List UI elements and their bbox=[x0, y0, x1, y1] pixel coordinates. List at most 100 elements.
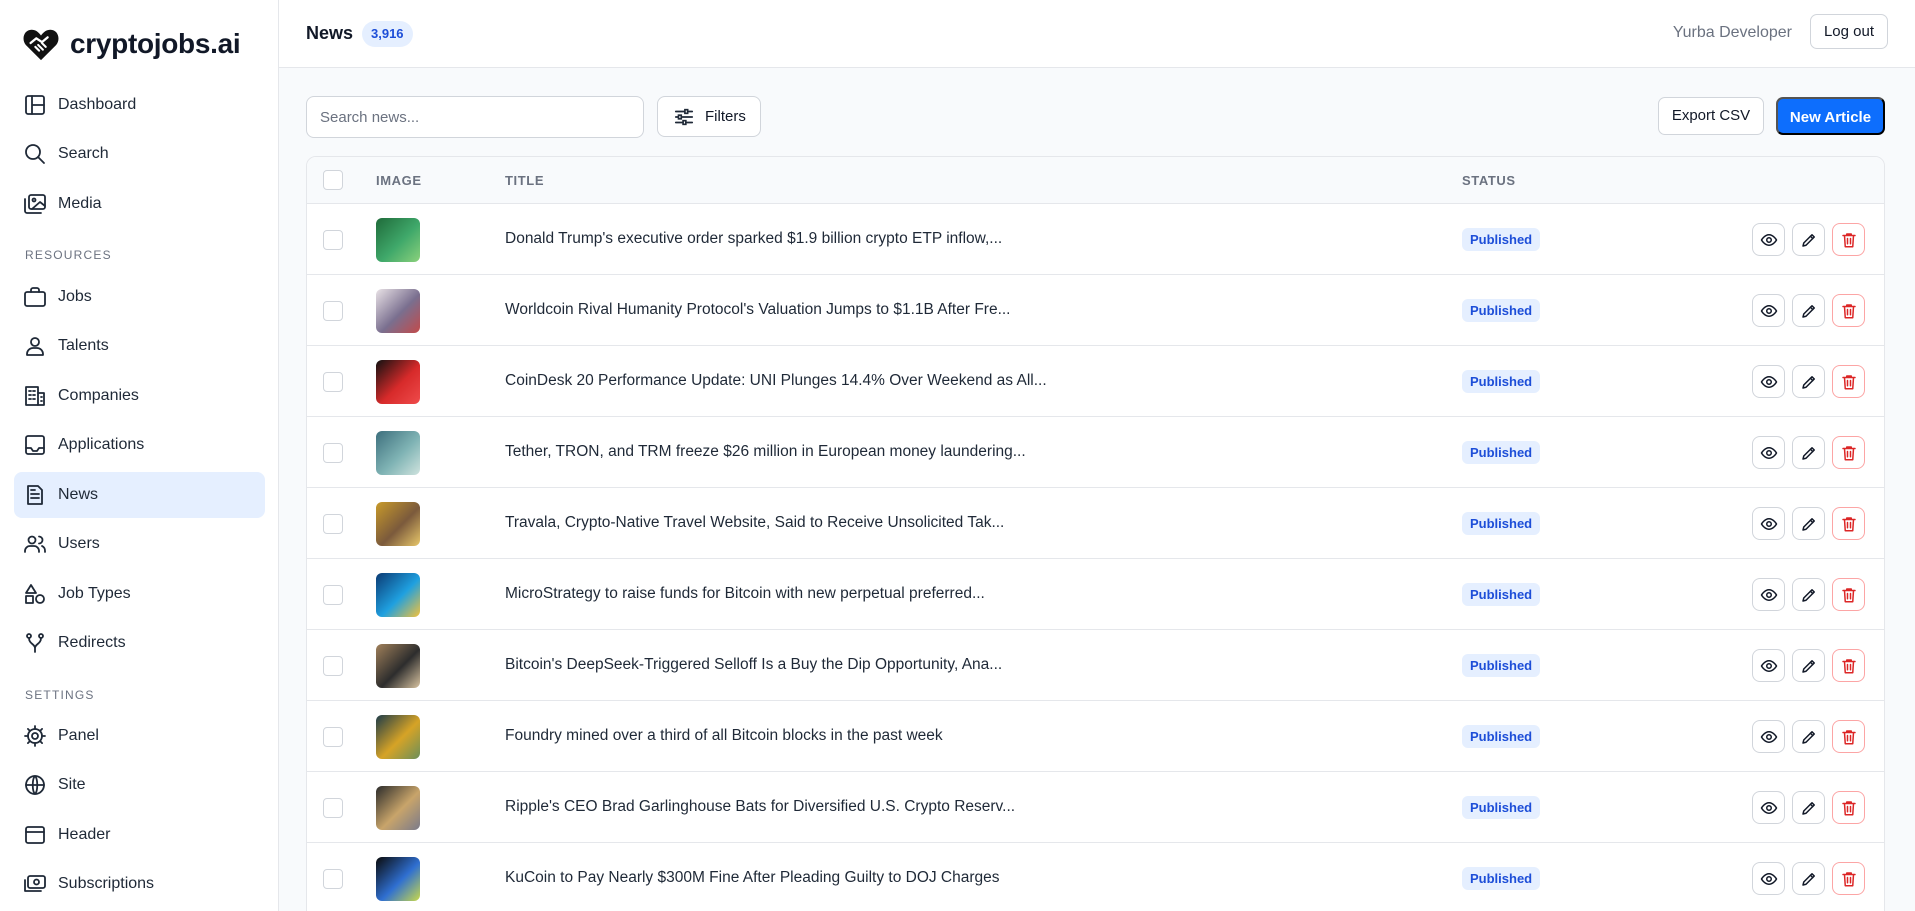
edit-button[interactable] bbox=[1792, 720, 1825, 753]
table-row[interactable]: Ripple's CEO Brad Garlinghouse Bats for … bbox=[307, 772, 1884, 843]
filters-button[interactable]: Filters bbox=[657, 96, 761, 137]
row-checkbox[interactable] bbox=[323, 514, 343, 534]
sidebar-item-search[interactable]: Search bbox=[14, 131, 265, 177]
view-button[interactable] bbox=[1752, 578, 1785, 611]
export-csv-button[interactable]: Export CSV bbox=[1658, 97, 1764, 135]
count-badge: 3,916 bbox=[362, 21, 413, 47]
sidebar-item-job-types[interactable]: Job Types bbox=[14, 571, 265, 617]
sidebar-item-talents[interactable]: Talents bbox=[14, 323, 265, 369]
edit-button[interactable] bbox=[1792, 365, 1825, 398]
row-checkbox[interactable] bbox=[323, 798, 343, 818]
article-title[interactable]: Worldcoin Rival Humanity Protocol's Valu… bbox=[505, 301, 1011, 319]
logout-button[interactable]: Log out bbox=[1809, 14, 1888, 49]
view-button[interactable] bbox=[1752, 365, 1785, 398]
sidebar-item-media[interactable]: Media bbox=[14, 181, 265, 227]
sidebar-item-jobs[interactable]: Jobs bbox=[14, 274, 265, 320]
row-checkbox[interactable] bbox=[323, 230, 343, 250]
sidebar-item-companies[interactable]: Companies bbox=[14, 373, 265, 419]
view-button[interactable] bbox=[1752, 720, 1785, 753]
table-row[interactable]: Tether, TRON, and TRM freeze $26 million… bbox=[307, 417, 1884, 488]
edit-button[interactable] bbox=[1792, 862, 1825, 895]
edit-button[interactable] bbox=[1792, 294, 1825, 327]
trash-icon bbox=[1840, 657, 1858, 675]
sidebar-item-label: Header bbox=[58, 826, 111, 843]
edit-button[interactable] bbox=[1792, 223, 1825, 256]
view-button[interactable] bbox=[1752, 507, 1785, 540]
edit-button[interactable] bbox=[1792, 578, 1825, 611]
sidebar-item-news[interactable]: News bbox=[14, 472, 265, 518]
row-checkbox[interactable] bbox=[323, 656, 343, 676]
article-title[interactable]: MicroStrategy to raise funds for Bitcoin… bbox=[505, 585, 985, 603]
table-row[interactable]: Worldcoin Rival Humanity Protocol's Valu… bbox=[307, 275, 1884, 346]
delete-button[interactable] bbox=[1832, 862, 1865, 895]
view-button[interactable] bbox=[1752, 791, 1785, 824]
delete-button[interactable] bbox=[1832, 436, 1865, 469]
delete-button[interactable] bbox=[1832, 294, 1865, 327]
row-checkbox[interactable] bbox=[323, 443, 343, 463]
view-button[interactable] bbox=[1752, 294, 1785, 327]
column-header-status[interactable]: STATUS bbox=[1462, 173, 1516, 188]
column-header-title[interactable]: TITLE bbox=[505, 173, 544, 188]
eye-icon bbox=[1760, 870, 1778, 888]
sidebar-item-applications[interactable]: Applications bbox=[14, 422, 265, 468]
article-title[interactable]: Foundry mined over a third of all Bitcoi… bbox=[505, 727, 943, 745]
select-all-checkbox[interactable] bbox=[323, 170, 343, 190]
article-title[interactable]: KuCoin to Pay Nearly $300M Fine After Pl… bbox=[505, 869, 1000, 887]
table-row[interactable]: Bitcoin's DeepSeek-Triggered Selloff Is … bbox=[307, 630, 1884, 701]
edit-button[interactable] bbox=[1792, 791, 1825, 824]
article-title[interactable]: Travala, Crypto-Native Travel Website, S… bbox=[505, 514, 1004, 532]
view-button[interactable] bbox=[1752, 223, 1785, 256]
sidebar-item-users[interactable]: Users bbox=[14, 521, 265, 567]
status-badge: Published bbox=[1462, 441, 1541, 464]
article-title[interactable]: Ripple's CEO Brad Garlinghouse Bats for … bbox=[505, 798, 1015, 816]
trash-icon bbox=[1840, 444, 1858, 462]
sidebar-item-redirects[interactable]: Redirects bbox=[14, 620, 265, 666]
delete-button[interactable] bbox=[1832, 720, 1865, 753]
table-row[interactable]: MicroStrategy to raise funds for Bitcoin… bbox=[307, 559, 1884, 630]
edit-button[interactable] bbox=[1792, 436, 1825, 469]
delete-button[interactable] bbox=[1832, 578, 1865, 611]
sliders-icon bbox=[674, 108, 694, 125]
row-checkbox[interactable] bbox=[323, 301, 343, 321]
view-button[interactable] bbox=[1752, 649, 1785, 682]
article-title[interactable]: CoinDesk 20 Performance Update: UNI Plun… bbox=[505, 372, 1047, 390]
edit-button[interactable] bbox=[1792, 649, 1825, 682]
article-title[interactable]: Donald Trump's executive order sparked $… bbox=[505, 230, 1002, 248]
new-article-button[interactable]: New Article bbox=[1776, 97, 1885, 135]
status-badge: Published bbox=[1462, 299, 1541, 322]
brand-name: cryptojobs.ai bbox=[70, 28, 241, 59]
sidebar: cryptojobs.ai Dashboard Search Media RES… bbox=[0, 0, 279, 911]
row-checkbox[interactable] bbox=[323, 372, 343, 392]
table-row[interactable]: Travala, Crypto-Native Travel Website, S… bbox=[307, 488, 1884, 559]
sidebar-item-site[interactable]: Site bbox=[14, 762, 265, 808]
article-title[interactable]: Tether, TRON, and TRM freeze $26 million… bbox=[505, 443, 1026, 461]
sidebar-item-panel[interactable]: Panel bbox=[14, 713, 265, 759]
delete-button[interactable] bbox=[1832, 223, 1865, 256]
view-button[interactable] bbox=[1752, 436, 1785, 469]
sidebar-item-subscriptions[interactable]: Subscriptions bbox=[14, 861, 265, 907]
table-row[interactable]: Foundry mined over a third of all Bitcoi… bbox=[307, 701, 1884, 772]
search-input[interactable] bbox=[306, 96, 644, 138]
delete-button[interactable] bbox=[1832, 791, 1865, 824]
delete-button[interactable] bbox=[1832, 365, 1865, 398]
table-row[interactable]: CoinDesk 20 Performance Update: UNI Plun… bbox=[307, 346, 1884, 417]
row-checkbox[interactable] bbox=[323, 585, 343, 605]
table-row[interactable]: KuCoin to Pay Nearly $300M Fine After Pl… bbox=[307, 843, 1884, 911]
sidebar-item-label: Subscriptions bbox=[58, 875, 155, 892]
delete-button[interactable] bbox=[1832, 649, 1865, 682]
row-checkbox[interactable] bbox=[323, 869, 343, 889]
table-row[interactable]: Donald Trump's executive order sparked $… bbox=[307, 204, 1884, 275]
view-button[interactable] bbox=[1752, 862, 1785, 895]
pencil-icon bbox=[1800, 586, 1818, 604]
sidebar-item-dashboard[interactable]: Dashboard bbox=[14, 82, 265, 128]
status-badge: Published bbox=[1462, 512, 1541, 535]
sidebar-item-header[interactable]: Header bbox=[14, 812, 265, 858]
delete-button[interactable] bbox=[1832, 507, 1865, 540]
brand-logo[interactable]: cryptojobs.ai bbox=[22, 26, 241, 62]
article-title[interactable]: Bitcoin's DeepSeek-Triggered Selloff Is … bbox=[505, 656, 1002, 674]
trash-icon bbox=[1840, 302, 1858, 320]
eye-icon bbox=[1760, 657, 1778, 675]
status-badge: Published bbox=[1462, 583, 1541, 606]
row-checkbox[interactable] bbox=[323, 727, 343, 747]
edit-button[interactable] bbox=[1792, 507, 1825, 540]
